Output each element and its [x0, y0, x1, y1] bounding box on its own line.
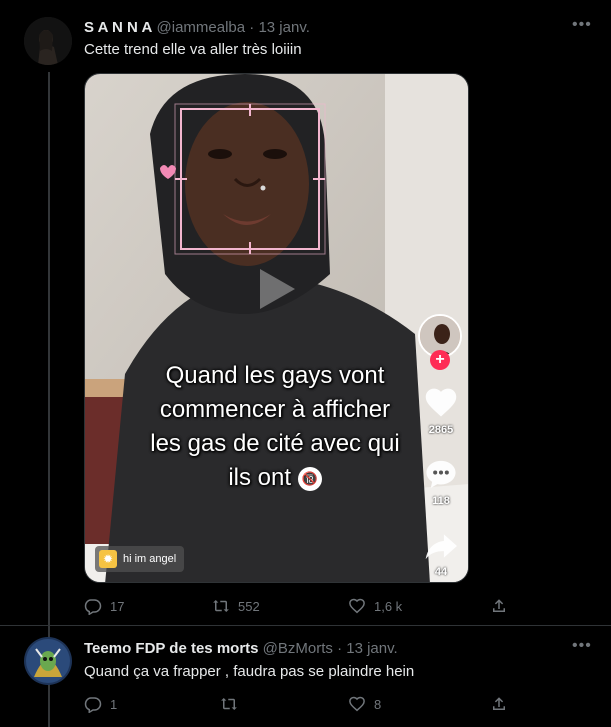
- sparkle-icon: ✹: [99, 550, 117, 568]
- tweet-header: S A N N A @iammealba · 13 janv.: [84, 19, 310, 36]
- video-caption: Quand les gays vont commencer à afficher…: [115, 359, 435, 495]
- reply-count: 1: [110, 696, 118, 712]
- retweet-count: 552: [238, 598, 260, 614]
- author-handle[interactable]: @BzMorts: [263, 640, 333, 657]
- retweet-icon: [221, 698, 237, 710]
- heart-icon: [349, 598, 365, 614]
- comment-icon[interactable]: [423, 458, 459, 490]
- retweet-button[interactable]: 552: [212, 597, 260, 615]
- like-count: 2865: [428, 424, 454, 436]
- comment-count: 118: [432, 495, 450, 507]
- reply-button[interactable]: 17: [84, 597, 124, 615]
- more-options-icon[interactable]: •••: [572, 637, 592, 655]
- tweet-1[interactable]: S A N N A @iammealba · 13 janv. ••• Cett…: [0, 0, 611, 727]
- tweet-header: Teemo FDP de tes morts @BzMorts · 13 jan…: [84, 640, 398, 657]
- upload-icon: [493, 697, 505, 710]
- like-icon[interactable]: [423, 386, 459, 418]
- like-button[interactable]: 8: [348, 695, 381, 713]
- tweet-text: Cette trend elle va aller très loiiin: [84, 41, 302, 58]
- follow-plus-icon[interactable]: +: [430, 350, 450, 370]
- reply-count: 17: [110, 598, 125, 614]
- creator-label-text: hi im angel: [123, 553, 177, 565]
- author-name[interactable]: Teemo FDP de tes morts: [84, 640, 259, 657]
- like-button[interactable]: 1,6 k: [348, 597, 402, 615]
- share-button[interactable]: [490, 597, 508, 615]
- tweet-text: Quand ça va frapper , faudra pas se plai…: [84, 663, 415, 680]
- upload-icon: [493, 599, 505, 612]
- reply-button[interactable]: 1: [84, 695, 117, 713]
- avatar[interactable]: [24, 637, 72, 685]
- caption-line: Quand les gays vont: [165, 362, 385, 389]
- author-name[interactable]: S A N N A: [84, 19, 152, 36]
- avatar[interactable]: [24, 17, 72, 65]
- share-icon[interactable]: [423, 530, 459, 562]
- caption-line: les gas de cité avec qui: [150, 430, 400, 457]
- avatar-image: [24, 17, 72, 65]
- heart-icon: [349, 696, 365, 712]
- tweet-2[interactable]: Teemo FDP de tes morts @BzMorts · 13 jan…: [0, 626, 611, 727]
- caption-line: commencer à afficher: [159, 396, 391, 423]
- share-count: 44: [434, 566, 448, 578]
- retweet-icon: [213, 600, 229, 612]
- tweet-date[interactable]: · 13 janv.: [249, 19, 310, 36]
- author-handle[interactable]: @iammealba: [157, 19, 246, 36]
- reply-icon: [84, 599, 102, 615]
- retweet-button[interactable]: [220, 695, 246, 713]
- reply-icon: [84, 697, 102, 713]
- video-media[interactable]: Quand les gays vont commencer à afficher…: [84, 73, 469, 583]
- tweet-date[interactable]: · 13 janv.: [337, 640, 398, 657]
- like-count: 8: [374, 696, 382, 712]
- age-restricted-badge: 🔞: [297, 466, 322, 491]
- avatar-image: [24, 637, 72, 685]
- creator-label[interactable]: ✹ hi im angel: [95, 546, 185, 572]
- more-options-icon[interactable]: •••: [572, 16, 592, 34]
- video-frame: [85, 74, 468, 582]
- caption-line: ils ont 🔞: [115, 461, 435, 495]
- share-button[interactable]: [490, 695, 508, 713]
- like-count: 1,6 k: [374, 598, 403, 614]
